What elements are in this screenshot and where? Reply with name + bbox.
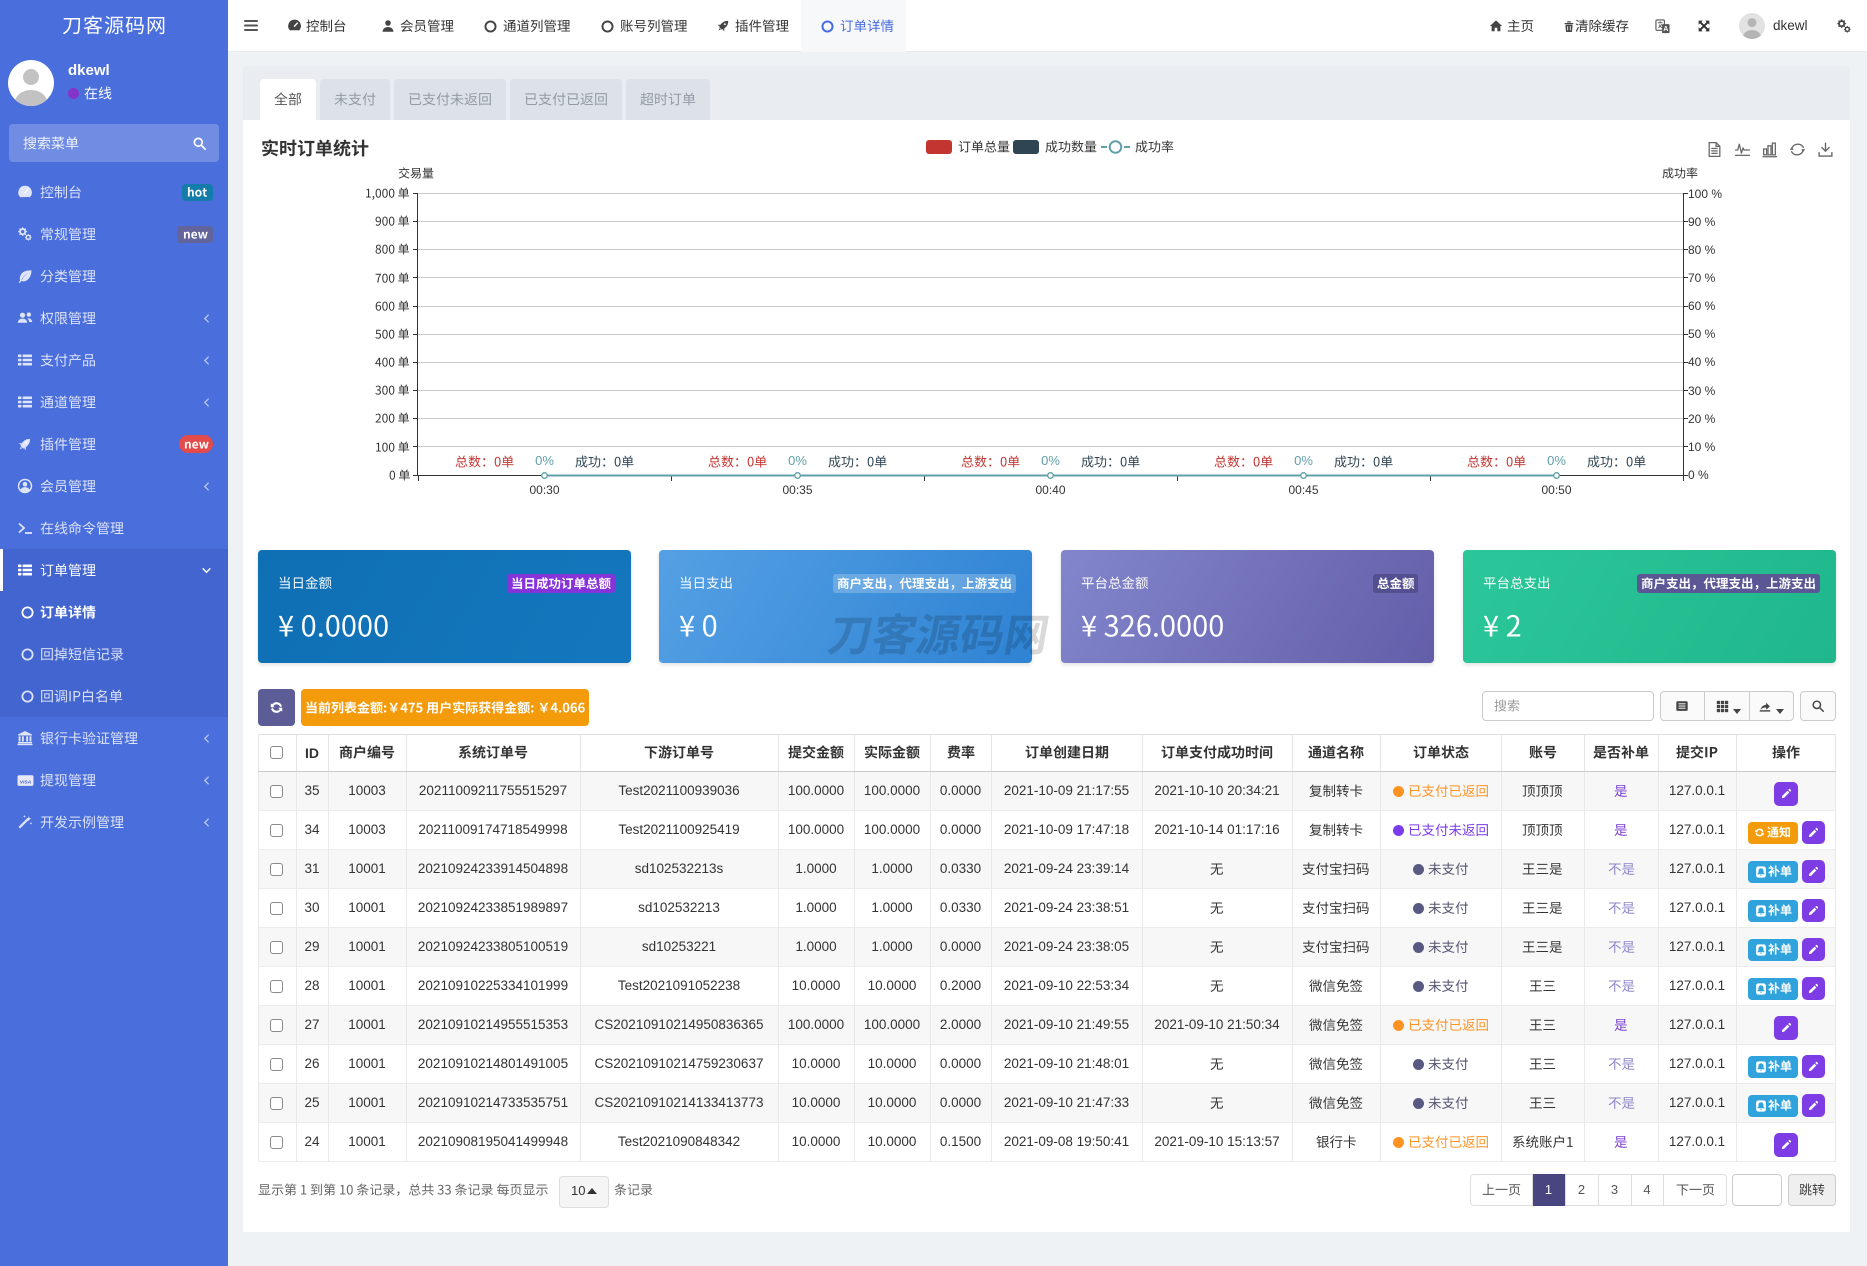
svg-text:VISA: VISA [20,779,32,785]
